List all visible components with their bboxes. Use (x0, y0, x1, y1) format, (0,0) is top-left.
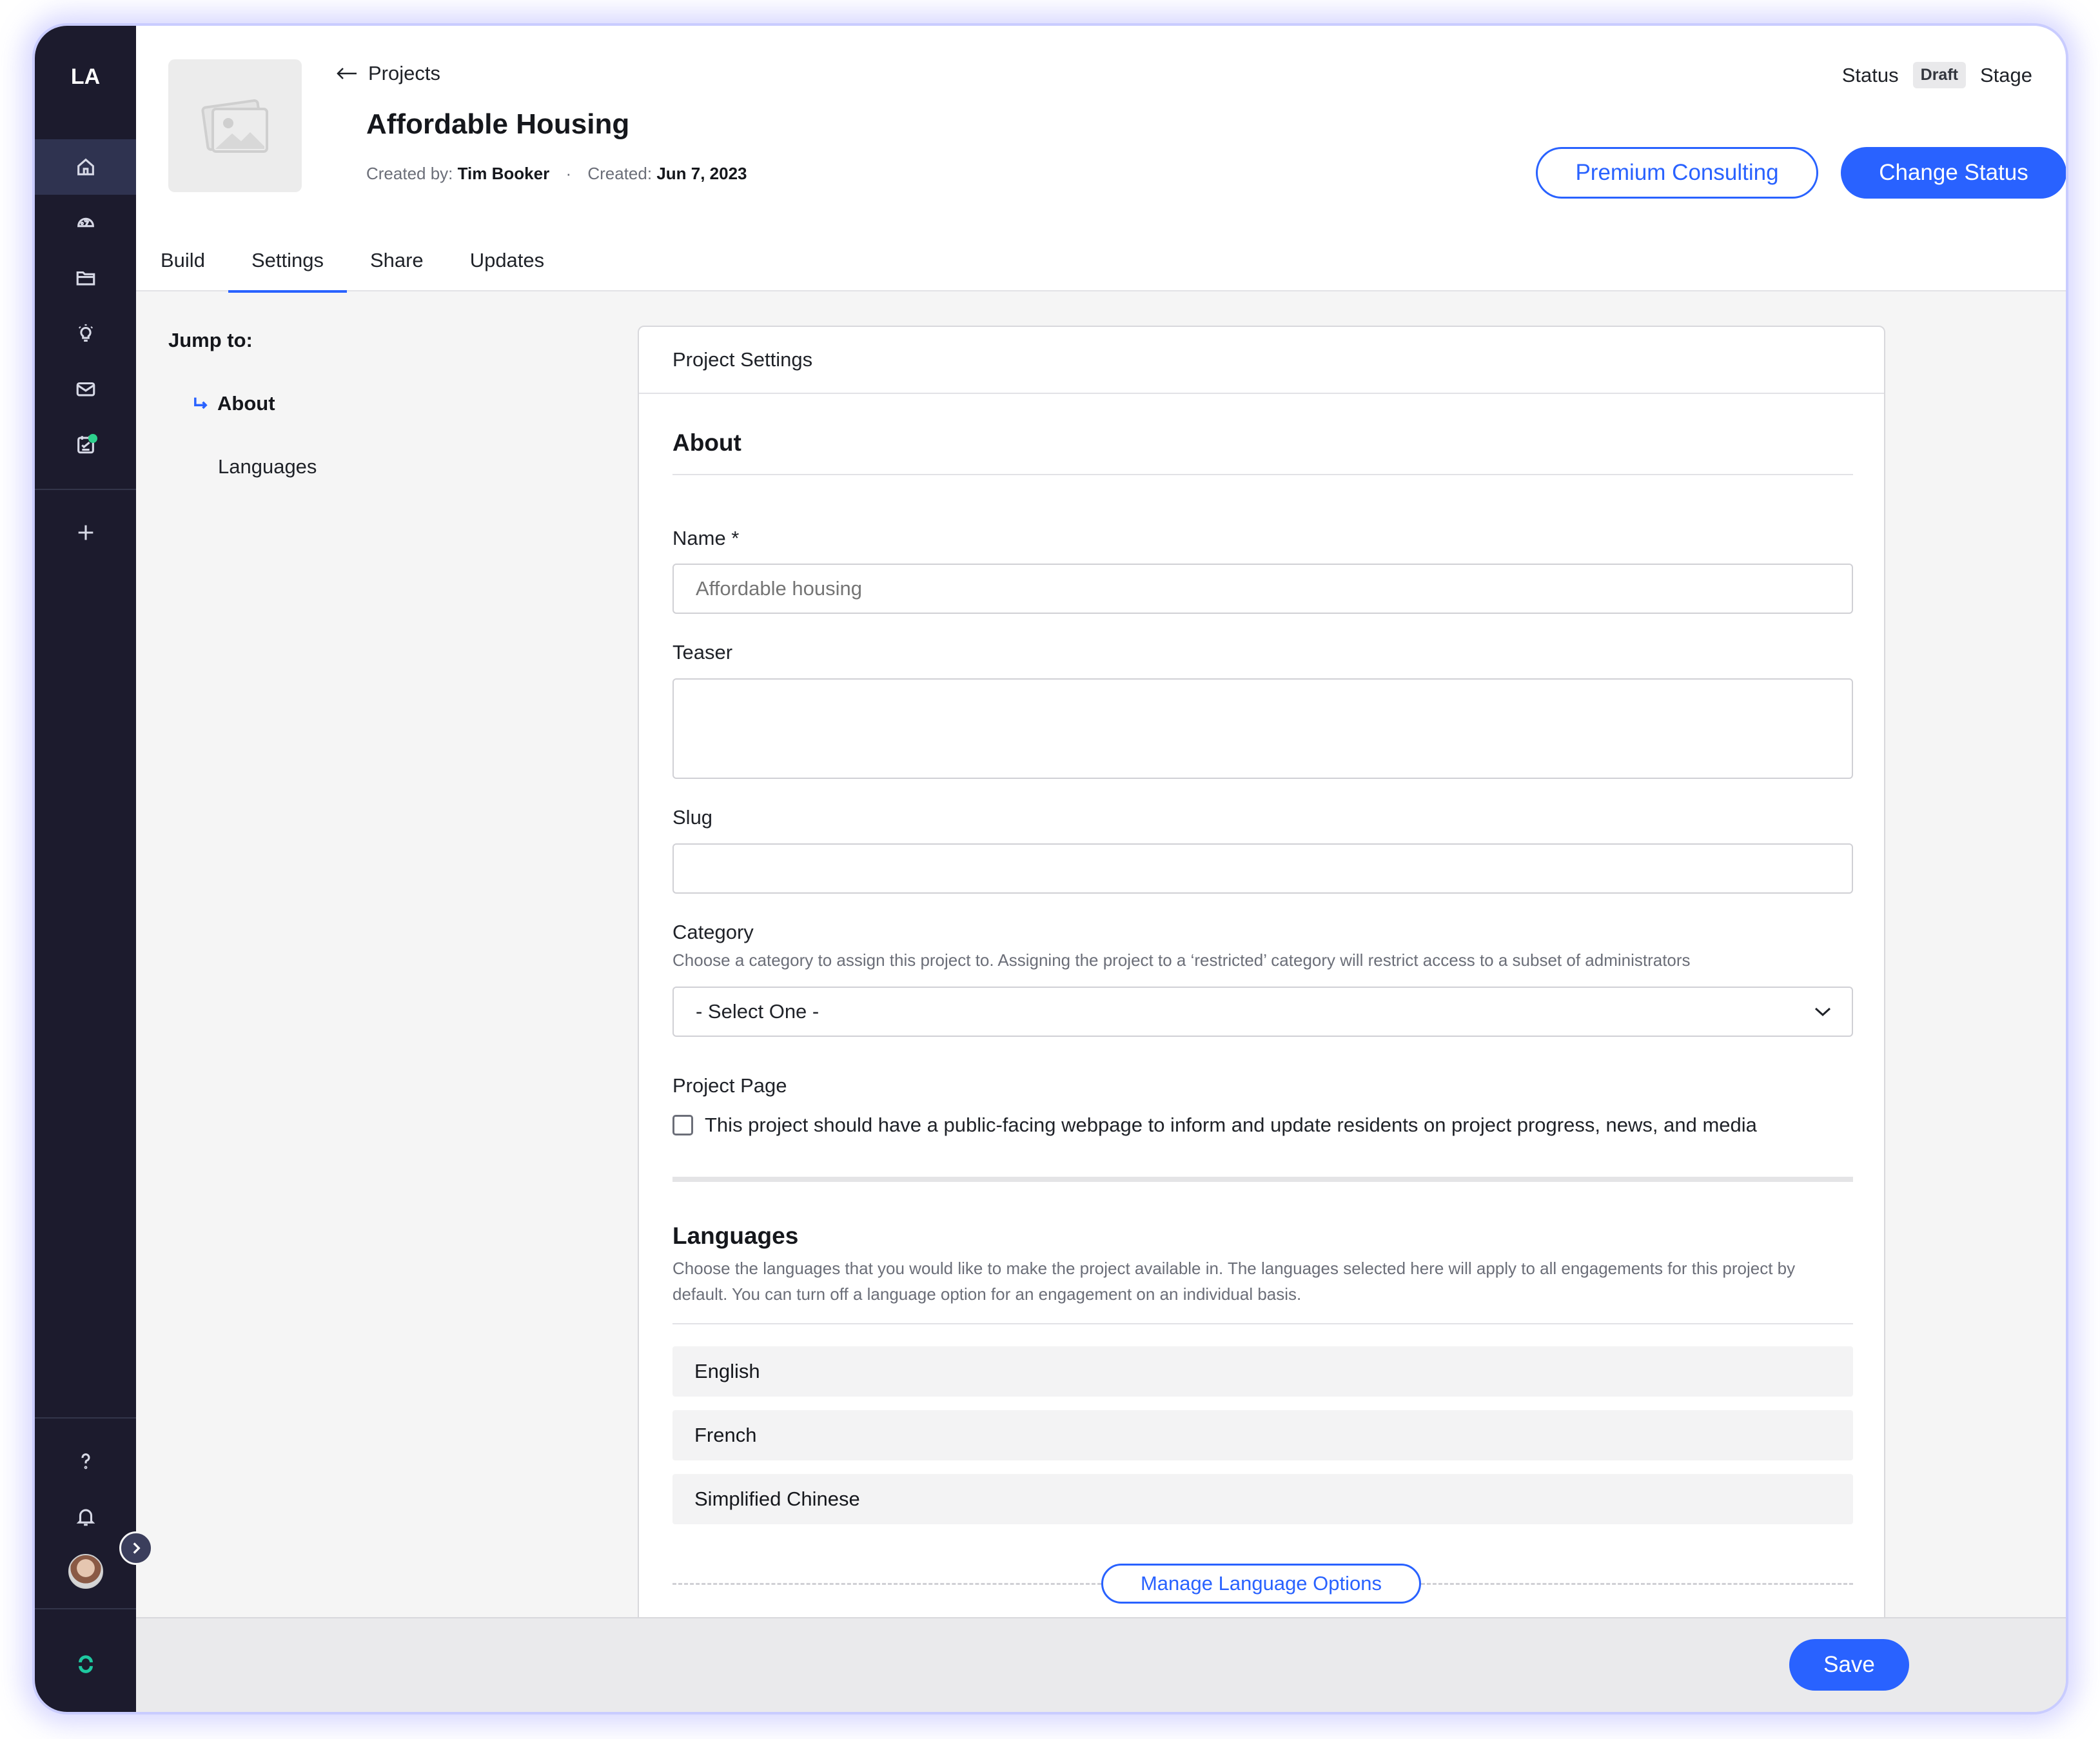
project-meta: Created by: Tim Booker · Created: Jun 7,… (366, 164, 747, 184)
language-item[interactable]: English (672, 1346, 1853, 1397)
sidebar: LA (35, 26, 136, 1712)
app-logo[interactable]: LA (35, 64, 136, 90)
checklist-icon[interactable] (35, 417, 136, 472)
category-label: Category (672, 921, 754, 943)
help-icon[interactable] (35, 1433, 136, 1489)
category-selected-value: - Select One - (696, 1000, 819, 1023)
dashed-divider (1421, 1583, 1853, 1585)
return-arrow-icon (194, 397, 208, 409)
image-placeholder-icon (201, 99, 268, 153)
language-item[interactable]: Simplified Chinese (672, 1474, 1853, 1524)
back-to-projects-link[interactable]: Projects (336, 62, 440, 85)
status-label: Status (1841, 63, 1899, 86)
section-divider (672, 474, 1853, 475)
created-date-value: Jun 7, 2023 (656, 164, 747, 183)
rail-divider (35, 489, 136, 490)
created-by-value: Tim Booker (457, 164, 550, 183)
chevron-down-icon (1814, 1007, 1831, 1017)
jump-link-languages[interactable]: Languages (218, 455, 317, 478)
teaser-field[interactable] (672, 678, 1853, 779)
stage-label: Stage (1979, 63, 2032, 86)
bell-icon[interactable] (35, 1489, 136, 1544)
rail-divider (35, 1608, 136, 1609)
section-divider (672, 1323, 1853, 1324)
premium-consulting-button[interactable]: Premium Consulting (1536, 147, 1818, 199)
notification-dot (88, 434, 97, 443)
tab-build[interactable]: Build (137, 244, 228, 291)
manage-language-options-button[interactable]: Manage Language Options (1101, 1564, 1421, 1604)
card-title: Project Settings (639, 327, 1884, 394)
languages-help-text: Choose the languages that you would like… (672, 1259, 1796, 1304)
mail-icon[interactable] (35, 361, 136, 417)
page-title: Affordable Housing (366, 108, 630, 140)
tab-share[interactable]: Share (347, 244, 447, 291)
project-page-option: This project should have a public-facing… (672, 1114, 1757, 1137)
home-icon[interactable] (35, 139, 136, 195)
created-label: Created: (587, 164, 653, 183)
languages-section-title: Languages (672, 1223, 799, 1249)
slug-field[interactable] (672, 843, 1853, 894)
arrow-left-icon (337, 68, 357, 79)
status-badge: Draft (1912, 62, 1966, 88)
project-page-checkbox[interactable] (672, 1115, 693, 1135)
status-row: Status Draft Stage (1842, 62, 2032, 88)
name-field[interactable] (672, 564, 1853, 614)
language-item[interactable]: French (672, 1410, 1853, 1460)
project-page-checkbox-label: This project should have a public-facing… (705, 1114, 1757, 1136)
name-label: Name * (672, 527, 740, 549)
tab-bar: Build Settings Share Updates (137, 244, 567, 293)
change-status-button[interactable]: Change Status (1841, 147, 2066, 199)
meta-separator: · (565, 164, 572, 183)
category-help-text: Choose a category to assign this project… (672, 950, 1691, 970)
section-divider (672, 1177, 1853, 1182)
slug-label: Slug (672, 806, 713, 829)
jump-link-about[interactable]: About (191, 392, 275, 415)
avatar[interactable] (68, 1554, 103, 1589)
category-select[interactable]: - Select One - (672, 987, 1853, 1037)
tab-updates[interactable]: Updates (447, 244, 567, 291)
dashed-divider (672, 1583, 1101, 1585)
app-window: LA Projects Affordable Housing Created b… (35, 26, 2066, 1712)
dashboard-icon[interactable] (35, 195, 136, 250)
teaser-label: Teaser (672, 641, 733, 663)
rail-divider (35, 1417, 136, 1419)
tab-settings[interactable]: Settings (228, 244, 347, 293)
project-settings-card: Project Settings About Name * Teaser Slu… (638, 326, 1885, 1712)
save-button[interactable]: Save (1789, 1639, 1909, 1691)
about-section-title: About (672, 429, 741, 456)
project-page-label: Project Page (672, 1074, 787, 1097)
folder-icon[interactable] (35, 250, 136, 306)
project-thumbnail[interactable] (168, 59, 302, 192)
jump-to-nav: Jump to: About Languages (168, 329, 317, 478)
jump-link-label: About (217, 392, 275, 415)
brand-icon[interactable] (35, 1636, 136, 1692)
plus-icon[interactable] (35, 505, 136, 560)
back-link-label: Projects (368, 62, 440, 84)
expand-sidebar-button[interactable] (119, 1531, 153, 1565)
lightbulb-icon[interactable] (35, 306, 136, 361)
footer-bar: Save (136, 1617, 2066, 1712)
created-by-label: Created by: (366, 164, 453, 183)
project-header: Projects Affordable Housing Created by: … (136, 26, 2066, 293)
jump-to-title: Jump to: (168, 329, 253, 351)
chevron-right-icon (133, 1542, 141, 1554)
